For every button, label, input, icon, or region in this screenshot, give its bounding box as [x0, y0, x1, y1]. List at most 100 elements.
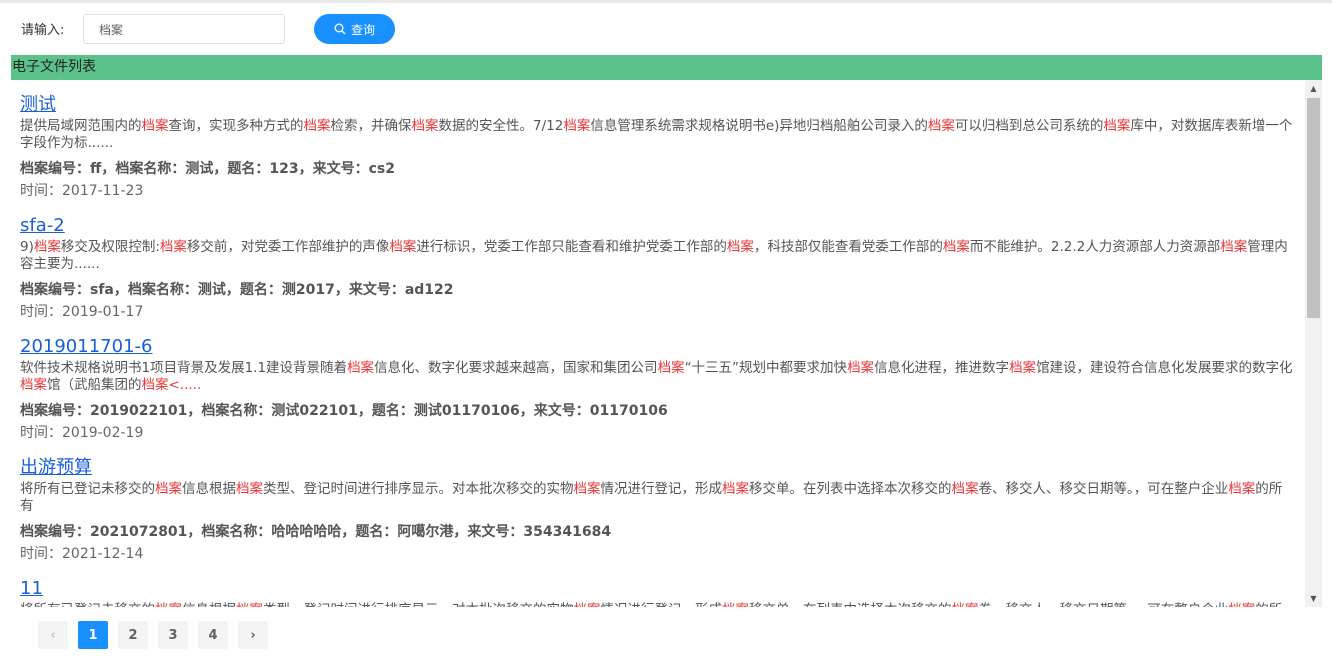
- highlight-keyword: 档案: [1009, 360, 1037, 376]
- snippet-text: 信息化、数字化要求越来越高，国家和集团公司: [374, 360, 658, 376]
- snippet-text: 检索，并确保: [330, 118, 412, 134]
- highlight-keyword: 档案: [155, 481, 182, 497]
- item-snippet: 软件技术规格说明书1项目背景及发展1.1建设背景随着档案信息化、数字化要求越来越…: [20, 360, 1293, 394]
- highlight-keyword: 档案: [942, 239, 970, 255]
- scroll-down-arrow-icon[interactable]: ▼: [1305, 590, 1322, 607]
- item-meta: 档案编号：2021072801，档案名称：哈哈哈哈哈，题名：阿噶尔港，来文号：3…: [20, 524, 612, 540]
- snippet-text: 可以归档到总公司系统的: [954, 118, 1104, 134]
- highlight-keyword: 档案: [927, 118, 955, 134]
- snippet-text: 卷、移交人、移交日期等。，可在整户企业: [979, 602, 1229, 607]
- highlight-keyword: 档案: [236, 602, 263, 607]
- snippet-text: 卷、移交人、移交日期等。，可在整户企业: [978, 481, 1229, 497]
- snippet-text: 软件技术规格说明书1项目背景及发展1.1建设背景随着: [20, 360, 348, 376]
- snippet-text: 类型、登记时间进行排序显示。对本批次移交的实物: [263, 602, 574, 607]
- item-title-link[interactable]: 测试: [20, 94, 56, 116]
- pagination: ‹ 1 2 3 4 ›: [38, 621, 268, 649]
- highlight-keyword: 档案: [33, 239, 61, 255]
- list-item: 出游预算 将所有已登记未移交的档案信息根据档案类型、登记时间进行排序显示。对本批次…: [11, 443, 1303, 564]
- highlight-keyword: 档案: [1220, 239, 1248, 255]
- page-button-3[interactable]: 3: [158, 621, 188, 649]
- snippet-text: 进行标识，党委工作部只能查看和维护党委工作部的: [416, 239, 727, 255]
- list-item: sfa-2 9)档案移交及权限控制:档案移交前，对党委工作部维护的声像档案进行标识…: [11, 201, 1303, 322]
- snippet-text: “十三五”规划中都要求加快: [684, 360, 848, 376]
- item-snippet: 提供局域网范围内的档案查询，实现多种方式的档案检索，并确保档案数据的安全性。7/…: [20, 118, 1293, 152]
- item-time: 时间：2017-11-23: [20, 183, 144, 199]
- snippet-text: 将所有已登记未移交的: [20, 602, 155, 607]
- snippet-text: 移交单。在列表中选择本次移交的: [749, 602, 952, 607]
- snippet-text: 信息管理系统需求规格说明书e)异地归档船舶公司录入的: [590, 118, 928, 134]
- list-item: 2019011701-6 软件技术规格说明书1项目背景及发展1.1建设背景随着档案…: [11, 322, 1303, 443]
- file-list-inner: 测试 提供局域网范围内的档案查询，实现多种方式的档案检索，并确保档案数据的安全性。…: [11, 80, 1303, 607]
- highlight-keyword: 档案: [951, 481, 979, 497]
- snippet-text: 情况进行登记，形成: [601, 602, 723, 607]
- highlight-keyword: 档案: [1103, 118, 1131, 134]
- highlight-keyword: 档案: [573, 481, 601, 497]
- page-button-2[interactable]: 2: [118, 621, 148, 649]
- highlight-keyword: 档案<.....: [141, 377, 202, 393]
- item-time: 时间：2021-12-14: [20, 546, 144, 562]
- item-title-link[interactable]: sfa-2: [20, 215, 65, 237]
- snippet-text: 类型、登记时间进行排序显示。对本批次移交的实物: [263, 481, 574, 497]
- item-meta: 档案编号：ff，档案名称：测试，题名：123，来文号：cs2: [20, 161, 395, 177]
- search-button[interactable]: 查询: [314, 14, 395, 44]
- next-page-button[interactable]: ›: [238, 621, 268, 649]
- snippet-text: ，科技部仅能查看党委工作部的: [753, 239, 943, 255]
- snippet-text: 而不能维护。2.2.2人力资源部人力资源部: [969, 239, 1221, 255]
- highlight-keyword: 档案: [389, 239, 417, 255]
- highlight-keyword: 档案: [1228, 602, 1255, 607]
- scrollbar[interactable]: ▲ ▼: [1305, 80, 1322, 607]
- snippet-text: 查询，实现多种方式的: [168, 118, 304, 134]
- list-item: 11将所有已登记未移交的档案信息根据档案类型、登记时间进行排序显示。对本批次移交…: [11, 564, 1303, 607]
- snippet-text: 情况进行登记，形成: [600, 481, 723, 497]
- snippet-text: 馆建设，建设符合信息化发展要求的数字化: [1036, 360, 1293, 376]
- highlight-keyword: 档案: [847, 360, 875, 376]
- highlight-keyword: 档案: [347, 360, 375, 376]
- highlight-keyword: 档案: [722, 602, 749, 607]
- highlight-keyword: 档案: [952, 602, 979, 607]
- snippet-text: 提供局域网范围内的: [20, 118, 142, 134]
- item-snippet: 将所有已登记未移交的档案信息根据档案类型、登记时间进行排序显示。对本批次移交的实…: [20, 481, 1293, 515]
- highlight-keyword: 档案: [722, 481, 749, 497]
- prev-page-button[interactable]: ‹: [38, 621, 68, 649]
- list-header: 电子文件列表: [11, 55, 1322, 80]
- highlight-keyword: 档案: [574, 602, 601, 607]
- highlight-keyword: 档案: [159, 239, 187, 255]
- highlight-keyword: 档案: [155, 602, 182, 607]
- file-list[interactable]: 测试 提供局域网范围内的档案查询，实现多种方式的档案检索，并确保档案数据的安全性。…: [11, 80, 1322, 607]
- highlight-keyword: 档案: [411, 118, 439, 134]
- snippet-text: 9): [20, 239, 34, 255]
- highlight-keyword: 档案: [726, 239, 754, 255]
- list-item: 测试 提供局域网范围内的档案查询，实现多种方式的档案检索，并确保档案数据的安全性。…: [11, 80, 1303, 201]
- scroll-thumb[interactable]: [1307, 98, 1320, 318]
- snippet-text: 数据的安全性。7/12: [438, 118, 564, 134]
- search-label: 请输入:: [21, 23, 65, 38]
- item-title-link[interactable]: 出游预算: [20, 457, 92, 479]
- highlight-keyword: 档案: [20, 377, 47, 393]
- item-meta: 档案编号：2019022101，档案名称：测试022101，题名：测试01170…: [20, 403, 668, 419]
- page-button-4[interactable]: 4: [198, 621, 228, 649]
- search-input[interactable]: [83, 14, 285, 44]
- highlight-keyword: 档案: [1228, 481, 1256, 497]
- item-title-link[interactable]: 11: [20, 578, 43, 600]
- search-button-label: 查询: [350, 22, 375, 37]
- snippet-text: 馆（武船集团的: [47, 377, 142, 393]
- scroll-up-arrow-icon[interactable]: ▲: [1305, 80, 1322, 97]
- snippet-text: 信息化进程，推进数字: [874, 360, 1010, 376]
- item-snippet: 将所有已登记未移交的档案信息根据档案类型、登记时间进行排序显示。对本批次移交的实…: [20, 602, 1293, 607]
- highlight-keyword: 档案: [657, 360, 685, 376]
- snippet-text: 信息根据: [182, 481, 236, 497]
- snippet-text: 将所有已登记未移交的: [20, 481, 155, 497]
- item-time: 时间：2019-02-19: [20, 425, 144, 441]
- item-snippet: 9)档案移交及权限控制:档案移交前，对党委工作部维护的声像档案进行标识，党委工作…: [20, 239, 1293, 273]
- highlight-keyword: 档案: [303, 118, 331, 134]
- snippet-text: 信息根据: [182, 602, 236, 607]
- highlight-keyword: 档案: [236, 481, 263, 497]
- item-time: 时间：2019-01-17: [20, 304, 144, 320]
- item-title-link[interactable]: 2019011701-6: [20, 336, 152, 358]
- item-meta: 档案编号：sfa，档案名称：测试，题名：测2017，来文号：ad122: [20, 282, 454, 298]
- snippet-text: 移交及权限控制:: [60, 239, 160, 255]
- search-icon: [334, 23, 346, 35]
- snippet-text: 移交前，对党委工作部维护的声像: [186, 239, 390, 255]
- search-bar: 请输入: 查询: [0, 3, 1332, 51]
- page-button-1[interactable]: 1: [78, 621, 108, 649]
